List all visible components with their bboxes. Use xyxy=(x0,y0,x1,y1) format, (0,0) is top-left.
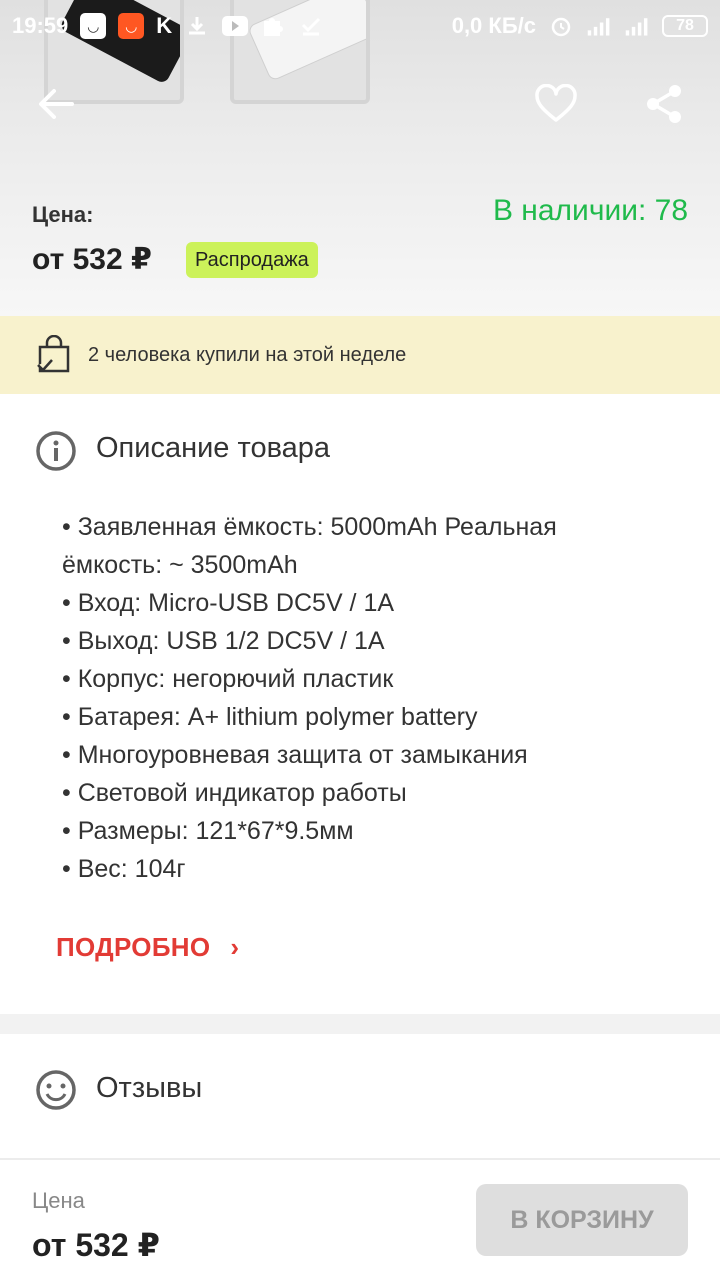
shopping-bag-app-icon: ◡ xyxy=(80,13,107,39)
shopping-bag-check-icon xyxy=(37,335,70,373)
more-details-link[interactable]: ПОДРОБНО › xyxy=(56,932,239,963)
status-bar: 19:59 ◡ ◡ K 0,0 КБ/с 78 xyxy=(0,0,720,52)
purchase-notice-text: 2 человека купили на этой неделе xyxy=(88,343,407,366)
reviews-title[interactable]: Отзывы xyxy=(96,1072,202,1105)
checkmark-icon xyxy=(298,13,324,39)
product-price: от 532 ₽ xyxy=(32,243,152,276)
bottom-bar-divider xyxy=(0,1158,720,1160)
signal-icon xyxy=(624,13,650,39)
section-divider xyxy=(0,1014,720,1034)
description-item: • Заявленная ёмкость: 5000mAh Реальная ё… xyxy=(62,513,557,579)
bottom-price-label: Цена xyxy=(32,1188,85,1213)
share-icon[interactable] xyxy=(640,80,688,128)
description-list: • Заявленная ёмкость: 5000mAh Реальная ё… xyxy=(62,508,662,888)
more-details-label: ПОДРОБНО xyxy=(56,932,211,962)
aliexpress-app-icon: ◡ xyxy=(118,13,145,39)
description-item: • Размеры: 121*67*9.5мм xyxy=(62,817,354,845)
stock-status: В наличии: 78 xyxy=(492,194,688,227)
youtube-icon xyxy=(222,13,249,39)
back-arrow-icon[interactable] xyxy=(32,80,80,128)
description-item: • Многоуровневая защита от замыкания xyxy=(62,741,528,769)
smiley-icon xyxy=(36,1070,76,1110)
add-to-cart-button[interactable]: В КОРЗИНУ xyxy=(476,1184,688,1256)
k-app-icon: K xyxy=(156,13,173,38)
description-item: • Вход: Micro-USB DC5V / 1A xyxy=(62,589,395,617)
download-icon xyxy=(184,13,210,39)
sale-badge: Распродажа xyxy=(186,242,318,278)
description-item: • Вес: 104г xyxy=(62,855,186,883)
chevron-right-icon: › xyxy=(230,932,240,962)
favorite-heart-icon[interactable] xyxy=(532,80,580,128)
network-speed: 0,0 КБ/с xyxy=(451,13,536,38)
description-item: • Корпус: негорючий пластик xyxy=(62,665,394,693)
signal-4g-icon xyxy=(586,13,612,39)
price-label: Цена: xyxy=(32,202,94,227)
bottom-price: от 532 ₽ xyxy=(32,1227,160,1263)
puzzle-icon xyxy=(260,13,286,39)
description-item: • Батарея: A+ lithium polymer battery xyxy=(62,703,478,731)
battery-indicator: 78 xyxy=(662,15,708,37)
info-icon xyxy=(36,431,76,471)
alarm-icon xyxy=(548,13,574,39)
description-title: Описание товара xyxy=(96,432,331,464)
description-item: • Световой индикатор работы xyxy=(62,779,407,807)
purchase-notice: 2 человека купили на этой неделе xyxy=(0,316,720,394)
description-item: • Выход: USB 1/2 DC5V / 1A xyxy=(62,627,385,655)
status-time: 19:59 xyxy=(12,13,69,38)
